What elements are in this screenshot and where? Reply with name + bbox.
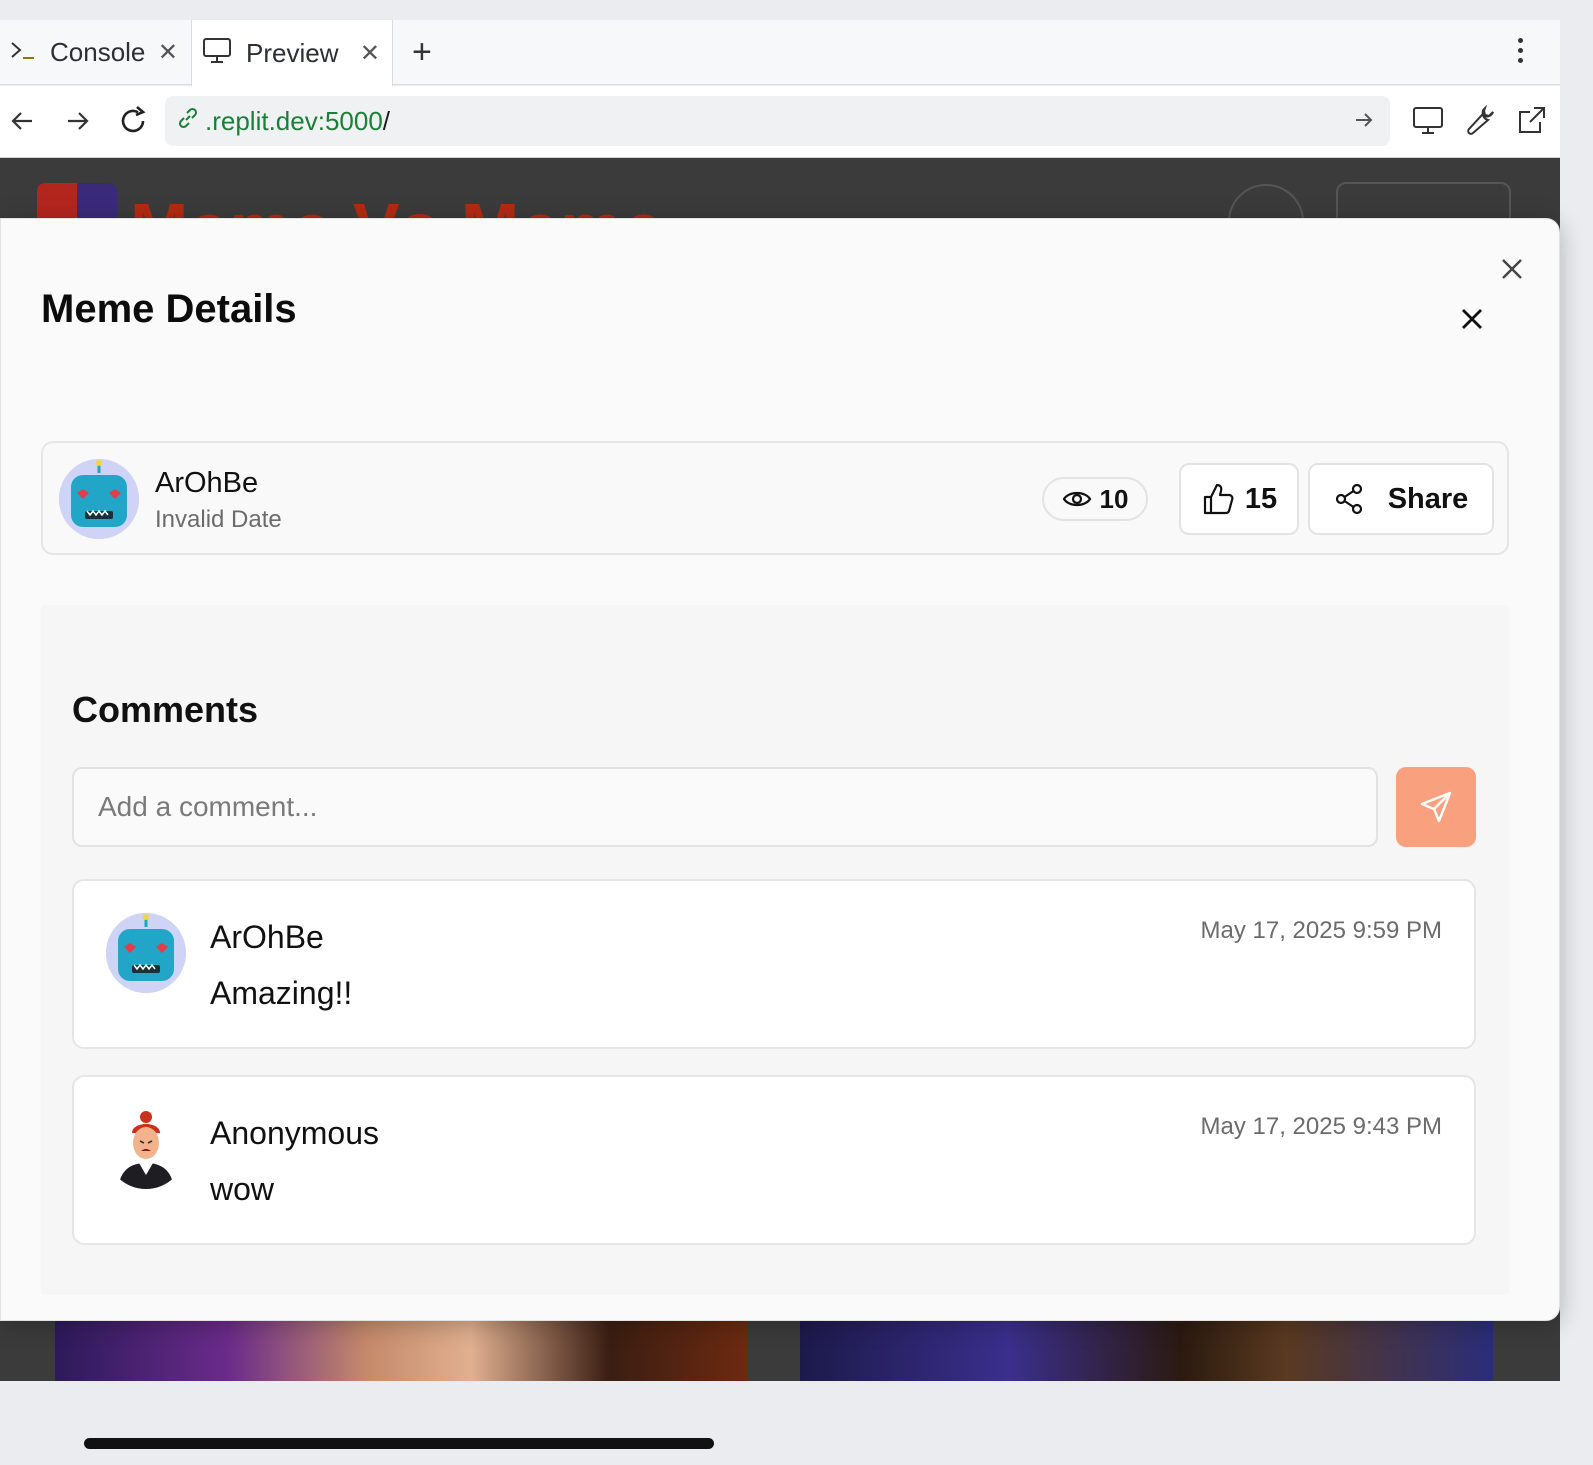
thumbs-up-icon (1203, 483, 1234, 515)
avatar[interactable] (106, 913, 186, 993)
tab-preview-label: Preview (246, 37, 339, 68)
open-new-window-icon[interactable] (1514, 102, 1550, 138)
comment-author[interactable]: Anonymous (210, 1115, 379, 1152)
likes-count: 15 (1244, 482, 1278, 515)
terminal-icon (10, 37, 36, 68)
tab-console-label: Console (50, 37, 146, 67)
meme-author-name[interactable]: ArOhBe (155, 467, 258, 500)
close-tab-preview-icon[interactable]: ✕ (360, 39, 380, 68)
avatar[interactable] (59, 459, 139, 539)
close-icon[interactable] (1496, 253, 1528, 285)
modal-title: Meme Details (41, 287, 297, 331)
meme-info-card: ArOhBe Invalid Date 10 15 Share (41, 441, 1509, 555)
browser-tab-bar: Console ✕ Preview ✕ + (0, 20, 1560, 86)
views-count-badge: 10 (1042, 477, 1148, 521)
robot-avatar-icon (106, 913, 186, 993)
share-icon (1335, 483, 1362, 515)
comment-timestamp: May 17, 2025 9:43 PM (1200, 1113, 1442, 1140)
url-path: / (382, 105, 391, 136)
avatar[interactable] (106, 1109, 186, 1189)
back-arrow-icon[interactable] (6, 104, 40, 138)
views-count: 10 (1099, 483, 1129, 514)
eye-icon (1062, 491, 1091, 507)
like-button[interactable]: 15 (1179, 463, 1299, 535)
share-button[interactable]: Share (1308, 463, 1494, 535)
monitor-icon (202, 36, 232, 71)
new-tab-button[interactable]: + (412, 32, 432, 72)
address-bar: .replit.dev:5000 / (0, 86, 1560, 158)
person-avatar-icon (118, 1111, 174, 1189)
forward-arrow-icon[interactable] (60, 104, 94, 138)
meme-date: Invalid Date (155, 506, 282, 533)
url-domain: .replit.dev:5000 (205, 105, 383, 136)
meme-details-modal: Meme Details ArOhBe Invalid Date 10 15 S… (0, 218, 1560, 1321)
more-options-icon[interactable] (1515, 34, 1525, 70)
send-icon (1420, 791, 1452, 823)
robot-avatar-icon (59, 459, 139, 539)
link-icon (175, 105, 201, 138)
url-field[interactable]: .replit.dev:5000 / (165, 96, 1390, 146)
comment-item: ArOhBe Amazing!! May 17, 2025 9:59 PM (72, 879, 1476, 1049)
comment-text: Amazing!! (210, 975, 353, 1011)
comment-text: wow (210, 1171, 275, 1207)
comment-input[interactable] (72, 767, 1378, 847)
comment-item: Anonymous wow May 17, 2025 9:43 PM (72, 1075, 1476, 1245)
tab-preview[interactable]: Preview ✕ (191, 20, 393, 86)
home-indicator (84, 1438, 714, 1449)
close-tab-console-icon[interactable]: ✕ (158, 38, 178, 67)
send-comment-button[interactable] (1396, 767, 1476, 847)
comments-section: Comments ArOhBe Amazing!! May 17, (41, 605, 1509, 1295)
close-icon[interactable] (1456, 303, 1488, 335)
tab-console[interactable]: Console ✕ (0, 20, 190, 85)
share-label: Share (1387, 482, 1469, 515)
reload-icon[interactable] (116, 104, 150, 138)
comments-title: Comments (72, 689, 259, 730)
go-arrow-icon[interactable] (1352, 108, 1376, 139)
device-preview-icon[interactable] (1410, 102, 1446, 138)
comment-timestamp: May 17, 2025 9:59 PM (1200, 917, 1442, 944)
devtools-wrench-icon[interactable] (1463, 102, 1499, 138)
comment-author[interactable]: ArOhBe (210, 919, 324, 956)
